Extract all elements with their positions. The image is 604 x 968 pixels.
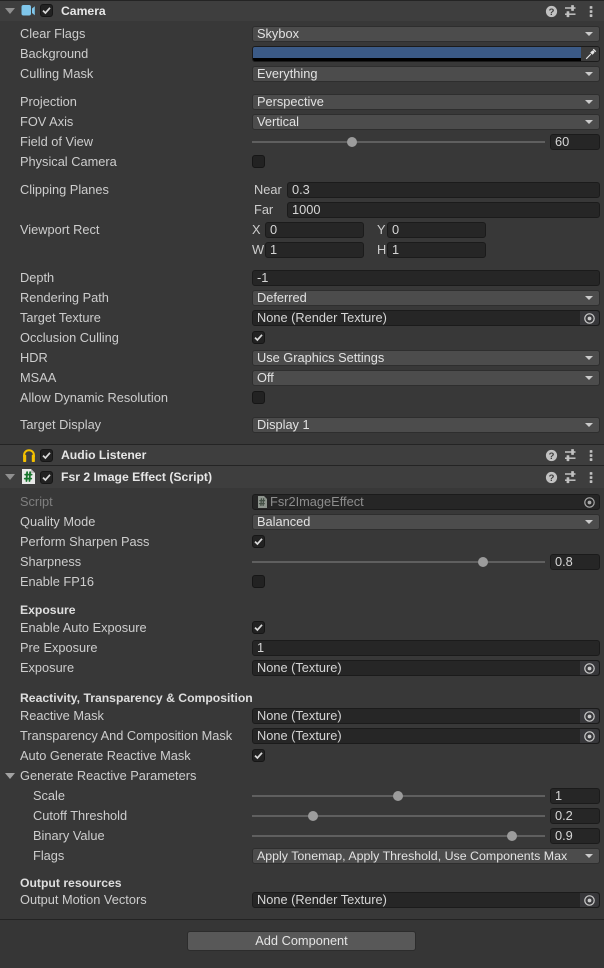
svg-text:?: ?	[549, 6, 555, 17]
svg-text:?: ?	[549, 472, 555, 483]
svg-text:?: ?	[549, 451, 555, 462]
